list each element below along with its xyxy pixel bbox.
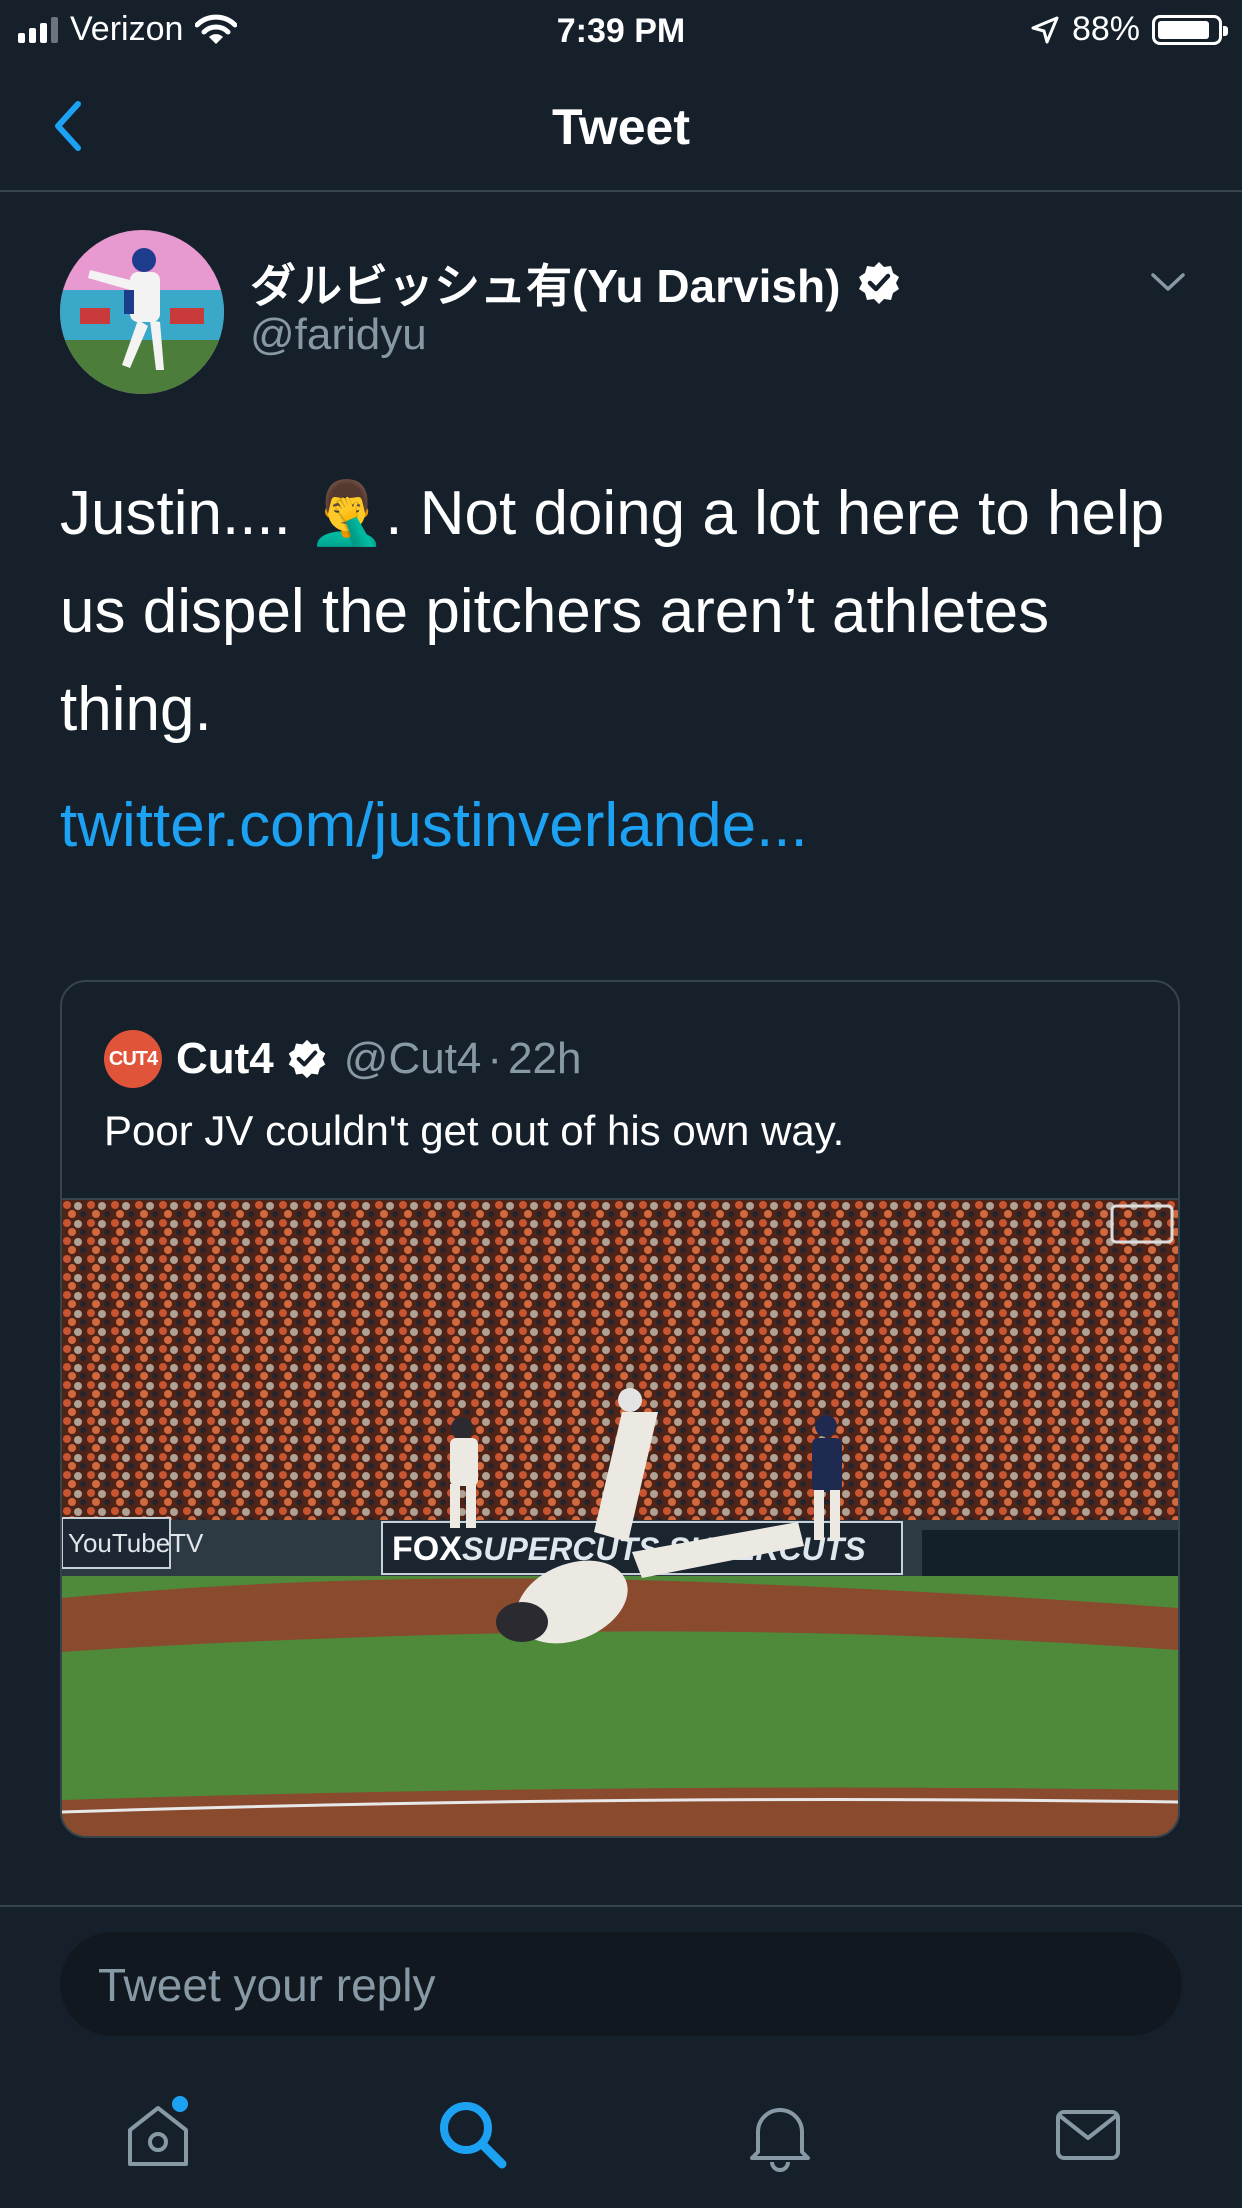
- nav-bar: Tweet: [0, 62, 1242, 192]
- tweet-text: Justin.... 🤦‍♂️. Not doing a lot here to…: [60, 465, 1180, 759]
- notification-dot: [172, 2096, 188, 2112]
- verified-badge-icon: [859, 262, 900, 304]
- separator-dot: ·: [487, 1034, 503, 1083]
- author-name-text: ダルビッシュ有(Yu Darvish): [250, 260, 841, 312]
- tweet-link[interactable]: twitter.com/justinverlande...: [60, 790, 808, 861]
- page-title: Tweet: [552, 99, 690, 155]
- verified-badge-icon: [288, 1039, 326, 1079]
- quoted-author-name: Cut4: [176, 1034, 274, 1083]
- status-right: 88%: [1030, 10, 1228, 49]
- reply-placeholder: Tweet your reply: [98, 1959, 436, 2011]
- chevron-down-icon[interactable]: [1150, 270, 1186, 294]
- quoted-timestamp: 22h: [508, 1034, 582, 1083]
- cut4-avatar: CUT4: [104, 1030, 162, 1088]
- author-name[interactable]: ダルビッシュ有(Yu Darvish): [250, 250, 902, 316]
- battery-icon: [1152, 14, 1228, 45]
- quoted-tweet-text: Poor JV couldn't get out of his own way.: [104, 1107, 845, 1154]
- facepalm-emoji: 🤦‍♂️: [308, 479, 386, 548]
- envelope-icon[interactable]: [1050, 2096, 1126, 2172]
- tweet-text-part1: Justin....: [60, 479, 309, 548]
- quoted-tweet-header: CUT4 Cut4 @Cut4 · 22h: [104, 1030, 581, 1088]
- status-bar: Verizon 7:39 PM 88%: [0, 0, 1242, 62]
- home-icon[interactable]: [120, 2096, 196, 2172]
- divider: [0, 1905, 1242, 1907]
- quoted-video[interactable]: YouTubeTV FOX SUPERCUTS SUPERCUTS: [62, 1198, 1178, 1836]
- search-icon[interactable]: [434, 2096, 510, 2172]
- bell-icon[interactable]: [742, 2096, 818, 2172]
- youtubetv-sign: YouTubeTV: [68, 1528, 204, 1558]
- location-arrow-icon: [1031, 16, 1059, 43]
- author-avatar[interactable]: [60, 230, 224, 394]
- quoted-tweet[interactable]: CUT4 Cut4 @Cut4 · 22h Poor JV couldn't g…: [60, 980, 1180, 1838]
- author-handle[interactable]: @faridyu: [250, 310, 427, 360]
- fox-sign: FOX: [392, 1530, 462, 1568]
- quoted-author-handle: @Cut4: [343, 1034, 482, 1083]
- reply-input[interactable]: Tweet your reply: [60, 1932, 1182, 2036]
- battery-percent: 88%: [1071, 10, 1140, 48]
